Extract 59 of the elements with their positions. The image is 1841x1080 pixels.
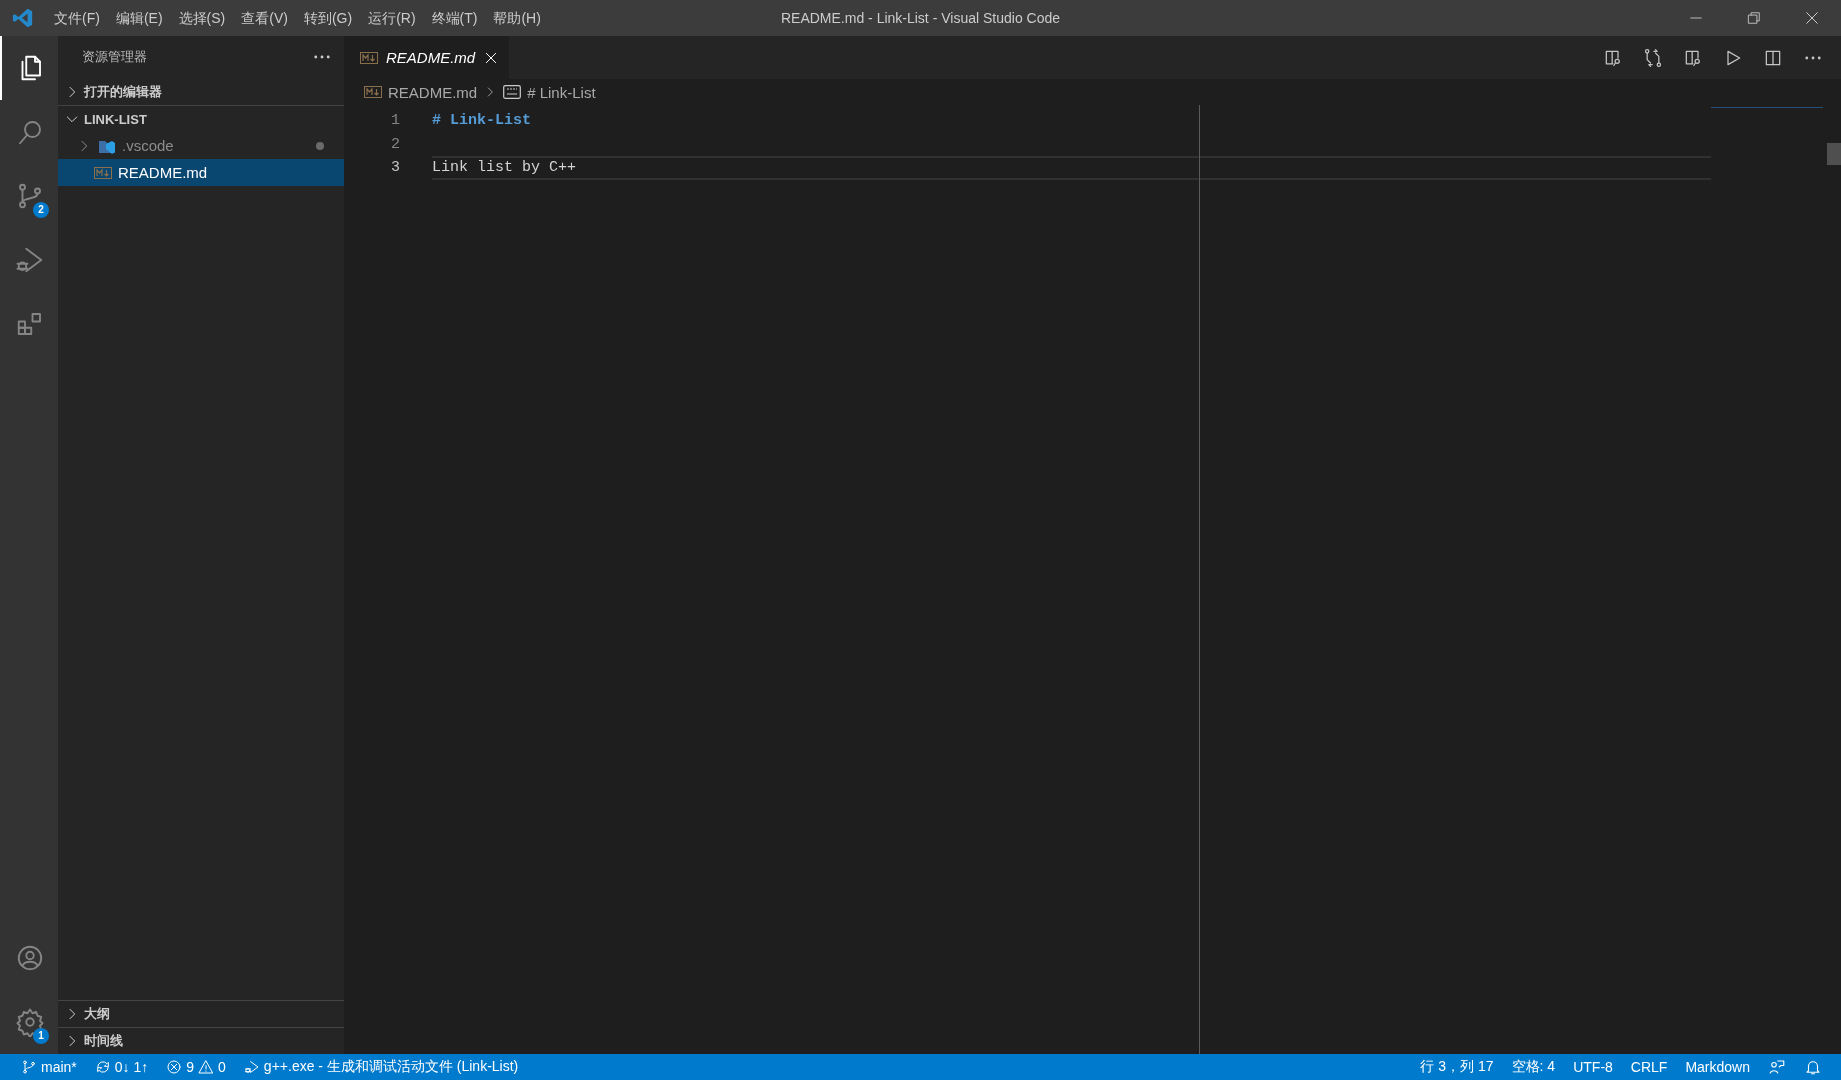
text-symbol-icon <box>503 85 522 99</box>
more-actions-button[interactable] <box>314 55 330 59</box>
menu-item[interactable]: 帮助(H) <box>485 0 549 36</box>
status-item[interactable]: CRLF <box>1621 1054 1677 1080</box>
branch-icon <box>21 1059 37 1075</box>
activity-bar-button[interactable]: 2 <box>0 164 58 228</box>
line-number: 1 <box>390 112 400 130</box>
sync-icon <box>94 1059 111 1075</box>
markdown-file-icon <box>94 166 112 179</box>
code-line: # Link-List <box>432 112 532 130</box>
count-badge: 1 <box>33 1028 49 1044</box>
status-item[interactable]: 行 3，列 17 <box>1411 1054 1503 1080</box>
person-speech-icon <box>1768 1058 1786 1076</box>
more-icon <box>1805 55 1821 60</box>
debug-status[interactable]: g++.exe - 生成和调试活动文件 (Link-List) <box>234 1054 528 1080</box>
scrollbar-thumb[interactable] <box>1827 143 1841 165</box>
line-number: 2 <box>390 135 400 153</box>
count-badge: 2 <box>33 202 49 218</box>
play-bug-icon <box>243 1059 260 1075</box>
warning-icon <box>198 1059 215 1075</box>
file-tree-item[interactable]: .vscode <box>58 132 344 159</box>
problems-status[interactable]: 9 0 <box>157 1054 235 1080</box>
breadcrumb-item[interactable]: README.md <box>364 83 478 101</box>
error-icon <box>166 1059 183 1075</box>
close-icon <box>1804 10 1820 26</box>
menu-item[interactable]: 查看(V) <box>233 0 296 36</box>
menu-item[interactable]: 终端(T) <box>423 0 486 36</box>
status-item[interactable]: Markdown <box>1676 1054 1759 1080</box>
menu-item[interactable]: 文件(F) <box>46 0 108 36</box>
status-item[interactable]: UTF-8 <box>1564 1054 1622 1080</box>
menu-item[interactable]: 运行(R) <box>360 0 424 36</box>
editor-tab[interactable]: README.md <box>344 36 510 79</box>
menu-item[interactable]: 转到(G) <box>295 0 361 36</box>
section-header[interactable]: LINK-LIST <box>58 105 344 132</box>
menu-item[interactable]: 选择(S) <box>170 0 234 36</box>
branch-status[interactable]: main* <box>12 1054 86 1080</box>
more-icon <box>314 55 330 59</box>
section-header[interactable]: 大纲 <box>58 1000 344 1027</box>
bell-icon <box>1804 1058 1822 1076</box>
play-bug-icon <box>15 245 45 275</box>
sidebar-title: 资源管理器 <box>82 48 147 66</box>
restore-icon <box>1747 11 1761 25</box>
markdown-file-icon <box>364 86 382 98</box>
compare-icon <box>1643 47 1663 68</box>
account-icon <box>15 943 45 973</box>
status-dot <box>316 141 324 150</box>
line-number: 3 <box>390 159 400 177</box>
breadcrumb-item[interactable]: # Link-List <box>503 83 596 101</box>
status-item[interactable]: 空格: 4 <box>1502 1054 1565 1080</box>
markdown-file-icon <box>360 51 378 64</box>
app-logo-icon <box>12 7 34 29</box>
file-tree-item[interactable]: README.md <box>58 159 344 186</box>
sync-status[interactable]: 0↓ 1↑ <box>85 1054 158 1080</box>
settings-icon <box>15 1007 45 1037</box>
section-header[interactable]: 打开的编辑器 <box>58 78 344 105</box>
window-title: README.md - Link-List - Visual Studio Code <box>780 10 1061 26</box>
menu-item[interactable]: 编辑(E) <box>107 0 171 36</box>
code-line: Link list by C++ <box>432 159 577 177</box>
activity-bar-button[interactable]: 1 <box>0 990 58 1054</box>
